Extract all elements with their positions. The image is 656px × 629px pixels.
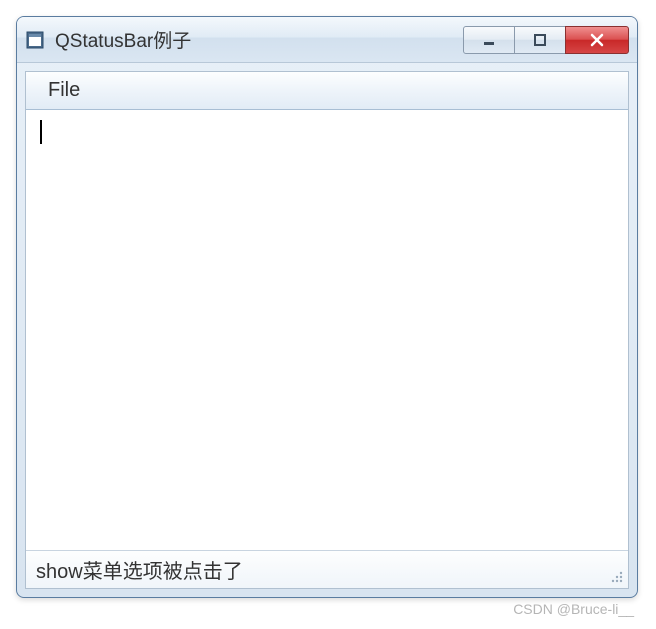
menu-file[interactable]: File [36, 75, 92, 106]
app-icon [25, 30, 45, 50]
window-controls [464, 26, 629, 54]
client-area: File show菜单选项被点击了 [25, 71, 629, 589]
maximize-button[interactable] [514, 26, 566, 54]
close-icon [589, 32, 605, 48]
minimize-icon [482, 33, 496, 47]
grip-icon [608, 568, 624, 584]
window-title: QStatusBar例子 [55, 26, 464, 53]
title-bar[interactable]: QStatusBar例子 [17, 17, 637, 63]
maximize-icon [533, 33, 547, 47]
menu-bar: File [26, 72, 628, 110]
application-window: QStatusBar例子 File [16, 16, 638, 598]
status-bar: show菜单选项被点击了 [26, 550, 628, 588]
close-button[interactable] [565, 26, 629, 54]
size-grip[interactable] [608, 568, 624, 584]
text-cursor [40, 120, 42, 144]
text-edit-area[interactable] [26, 110, 628, 550]
status-message: show菜单选项被点击了 [36, 555, 243, 584]
minimize-button[interactable] [463, 26, 515, 54]
watermark: CSDN @Bruce-li__ [513, 601, 634, 617]
